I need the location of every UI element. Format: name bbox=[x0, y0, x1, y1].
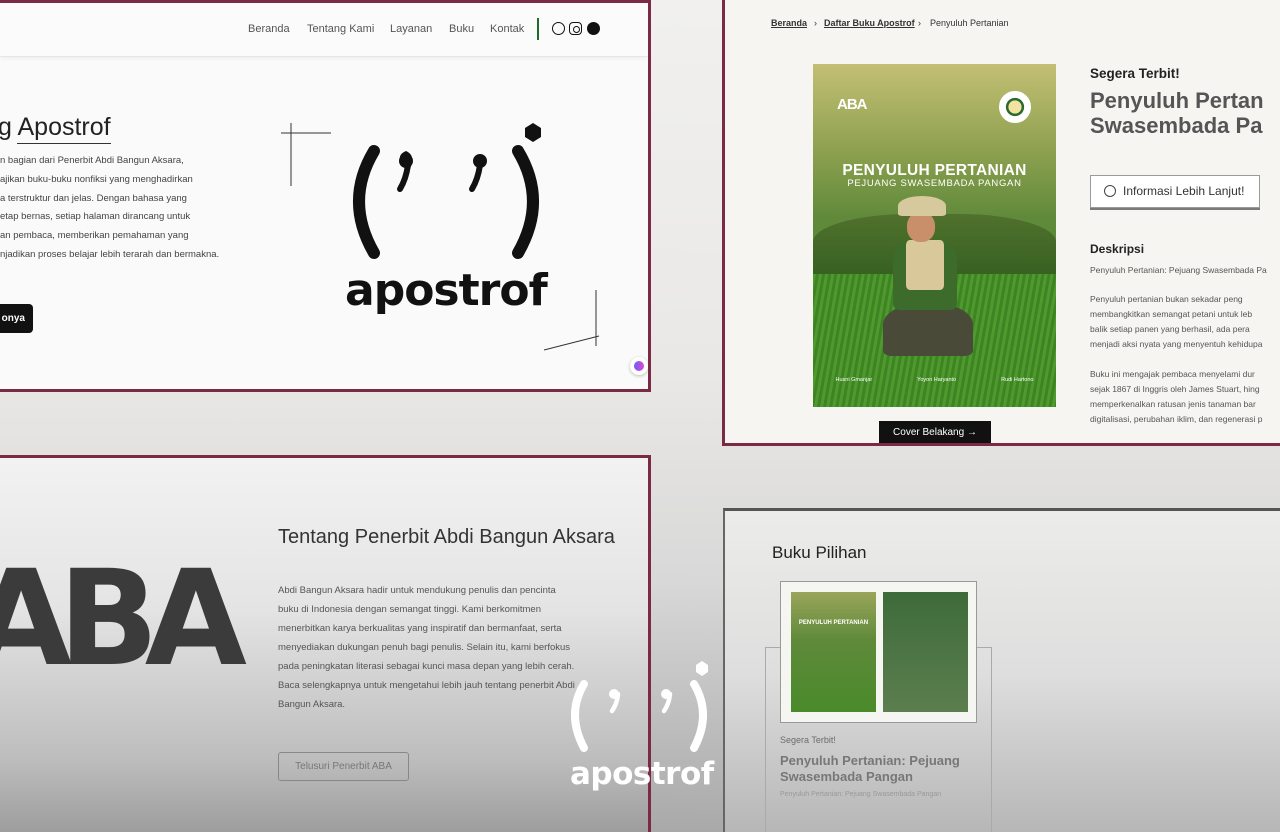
more-info-button[interactable]: Informasi Lebih Lanjut! bbox=[1090, 175, 1260, 208]
breadcrumb-beranda[interactable]: Beranda bbox=[771, 18, 807, 28]
whatsapp-icon[interactable] bbox=[552, 22, 565, 35]
homepage-hero-panel: Beranda Tentang Kami Layanan Buku Kontak… bbox=[0, 0, 651, 392]
mini-back-cover bbox=[883, 592, 968, 712]
breadcrumb-daftar-buku[interactable]: Daftar Buku Apostrof bbox=[824, 18, 915, 28]
about-text: Bangun Aksara. bbox=[278, 699, 346, 710]
facebook-icon[interactable] bbox=[587, 22, 600, 35]
nav-divider bbox=[537, 18, 539, 40]
whatsapp-icon bbox=[1104, 185, 1116, 197]
hero-description: n bagian dari Penerbit Abdi Bangun Aksar… bbox=[0, 155, 220, 260]
aba-logo: ABA bbox=[837, 96, 867, 113]
explore-publisher-button[interactable]: Telusuri Penerbit ABA bbox=[278, 752, 409, 781]
back-cover-button[interactable]: Cover Belakang → bbox=[879, 421, 991, 443]
description-heading: Deskripsi bbox=[1090, 242, 1145, 256]
hero-title: g Apostrof bbox=[0, 113, 111, 144]
description-text: Buku ini mengajak pembaca menyelami dur bbox=[1090, 369, 1255, 379]
about-text: menerbitkan karya berkualitas yang inspi… bbox=[278, 623, 562, 634]
featured-heading: Buku Pilihan bbox=[772, 543, 867, 562]
chevron-right-icon: › bbox=[918, 18, 921, 28]
about-text: buku di Indonesia dengan semangat tinggi… bbox=[278, 604, 541, 615]
featured-book-title[interactable]: Penyuluh Pertanian: Pejuang Swasembada P… bbox=[780, 753, 980, 785]
breadcrumb-current: Penyuluh Pertanian bbox=[930, 18, 1009, 28]
about-publisher-panel: ABA Tentang Penerbit Abdi Bangun Aksara … bbox=[0, 455, 651, 832]
chat-widget-icon[interactable] bbox=[630, 357, 648, 375]
nav-layanan[interactable]: Layanan bbox=[390, 23, 432, 35]
book-title: Penyuluh Pertan Swasembada Pa bbox=[1090, 88, 1264, 138]
nav-tentang-kami[interactable]: Tentang Kami bbox=[307, 23, 374, 35]
description-text: sejak 1867 di Inggris oleh James Stuart,… bbox=[1090, 384, 1260, 394]
chevron-right-icon: › bbox=[814, 18, 817, 28]
description-text: Penyuluh pertanian bukan sekadar peng bbox=[1090, 294, 1243, 304]
coming-soon-label: Segera Terbit! bbox=[1090, 66, 1180, 81]
description-text: membangkitkan semangat petani untuk leb bbox=[1090, 309, 1253, 319]
description-text: memperkenalkan ratusan jenis tanaman bar bbox=[1090, 399, 1256, 409]
featured-books-panel: Buku Pilihan PENYULUH PERTANIAN Segera T… bbox=[723, 508, 1280, 832]
description-text: Penyuluh Pertanian: Pejuang Swasembada P… bbox=[1090, 265, 1267, 275]
institution-seal-icon bbox=[999, 91, 1031, 123]
nav-kontak[interactable]: Kontak bbox=[490, 23, 524, 35]
coming-soon-label: Segera Terbit! bbox=[780, 735, 836, 745]
top-nav: Beranda Tentang Kami Layanan Buku Kontak bbox=[0, 3, 648, 57]
description-text: digitalisasi, perubahan iklim, dan regen… bbox=[1090, 414, 1263, 424]
featured-book-card[interactable]: PENYULUH PERTANIAN bbox=[780, 581, 977, 723]
mini-front-cover: PENYULUH PERTANIAN bbox=[791, 592, 876, 712]
farmer-illustration bbox=[873, 196, 993, 376]
about-heading: Tentang Penerbit Abdi Bangun Aksara bbox=[278, 526, 615, 548]
nav-buku[interactable]: Buku bbox=[449, 23, 474, 35]
description-text: balik setiap panen yang berhasil, ada pe… bbox=[1090, 324, 1250, 334]
about-text: Baca selengkapnya untuk mengetahui lebih… bbox=[278, 680, 575, 691]
book-cover-image: ABA PENYULUH PERTANIAN PEJUANG SWASEMBAD… bbox=[813, 64, 1056, 407]
book-detail-panel: Beranda › Daftar Buku Apostrof › Penyulu… bbox=[722, 0, 1280, 446]
cover-authors: Husni Gmanjar Yoyon Haryanto Rudi Harton… bbox=[835, 377, 1034, 383]
hero-cta-button[interactable]: onya bbox=[0, 304, 33, 333]
about-text: menyediakan dukungan penuh bagi penulis.… bbox=[278, 642, 571, 653]
about-text: Abdi Bangun Aksara hadir untuk mendukung… bbox=[278, 585, 556, 596]
apostrof-overlay-logo: apostrof bbox=[566, 656, 716, 806]
nav-beranda[interactable]: Beranda bbox=[248, 23, 290, 35]
featured-book-blurb: Penyuluh Pertanian: Pejuang Swasembada P… bbox=[780, 791, 942, 798]
instagram-icon[interactable] bbox=[569, 22, 582, 35]
aba-big-logo: ABA bbox=[0, 542, 247, 696]
about-text: pada peningkatan literasi sebagai kunci … bbox=[278, 661, 575, 672]
description-text: menjadi aksi nyata yang menyentuh kehidu… bbox=[1090, 339, 1263, 349]
